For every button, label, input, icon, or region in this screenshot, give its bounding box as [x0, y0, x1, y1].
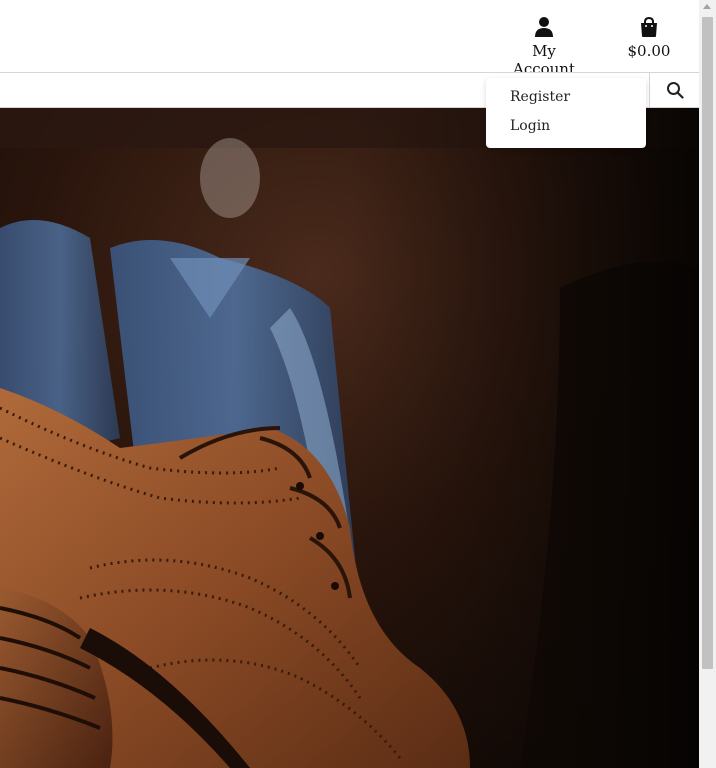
- cart-link[interactable]: $0.00: [626, 16, 672, 60]
- vertical-scrollbar[interactable]: [699, 0, 716, 768]
- cart-total: $0.00: [627, 42, 671, 60]
- site-header: My Account $0.00: [0, 0, 699, 78]
- my-account-link[interactable]: My Account: [500, 16, 588, 78]
- search-button[interactable]: [650, 72, 699, 108]
- user-icon: [535, 17, 553, 37]
- login-link[interactable]: Login: [510, 118, 550, 134]
- register-link[interactable]: Register: [510, 89, 570, 105]
- brogue-shoes-photo: [0, 108, 699, 768]
- search-icon: [666, 82, 684, 99]
- scrollbar-thumb[interactable]: [702, 17, 713, 669]
- hero-image: [0, 108, 699, 768]
- account-dropdown-menu: Register Login: [486, 78, 646, 148]
- shopping-bag-icon: [641, 16, 657, 37]
- page: My Account $0.00 Register Login: [0, 0, 716, 768]
- scroll-up-arrow-icon[interactable]: [703, 4, 711, 9]
